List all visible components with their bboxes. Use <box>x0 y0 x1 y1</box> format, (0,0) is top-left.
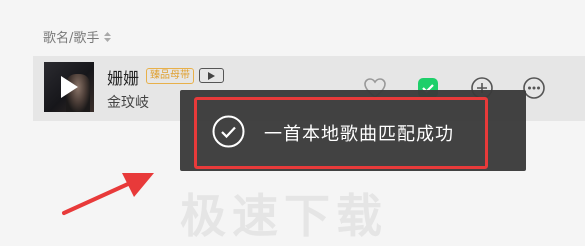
column-header-song-artist[interactable]: 歌名/歌手 <box>43 27 112 46</box>
song-title[interactable]: 姗姗 <box>107 65 139 89</box>
column-header-label: 歌名/歌手 <box>43 31 100 46</box>
check-circle-icon <box>212 115 245 148</box>
watermark-text: 极速下载 <box>180 189 388 243</box>
mv-icon[interactable] <box>199 68 224 83</box>
song-artist[interactable]: 金玟岐 <box>107 92 149 112</box>
toast-message: 一首本地歌曲匹配成功 <box>264 124 454 145</box>
sort-icon[interactable] <box>103 31 112 43</box>
album-cover[interactable] <box>44 62 94 112</box>
quality-badge: 臻品母带 <box>146 68 194 84</box>
annotation-arrow <box>62 173 154 215</box>
play-icon[interactable] <box>61 76 78 98</box>
